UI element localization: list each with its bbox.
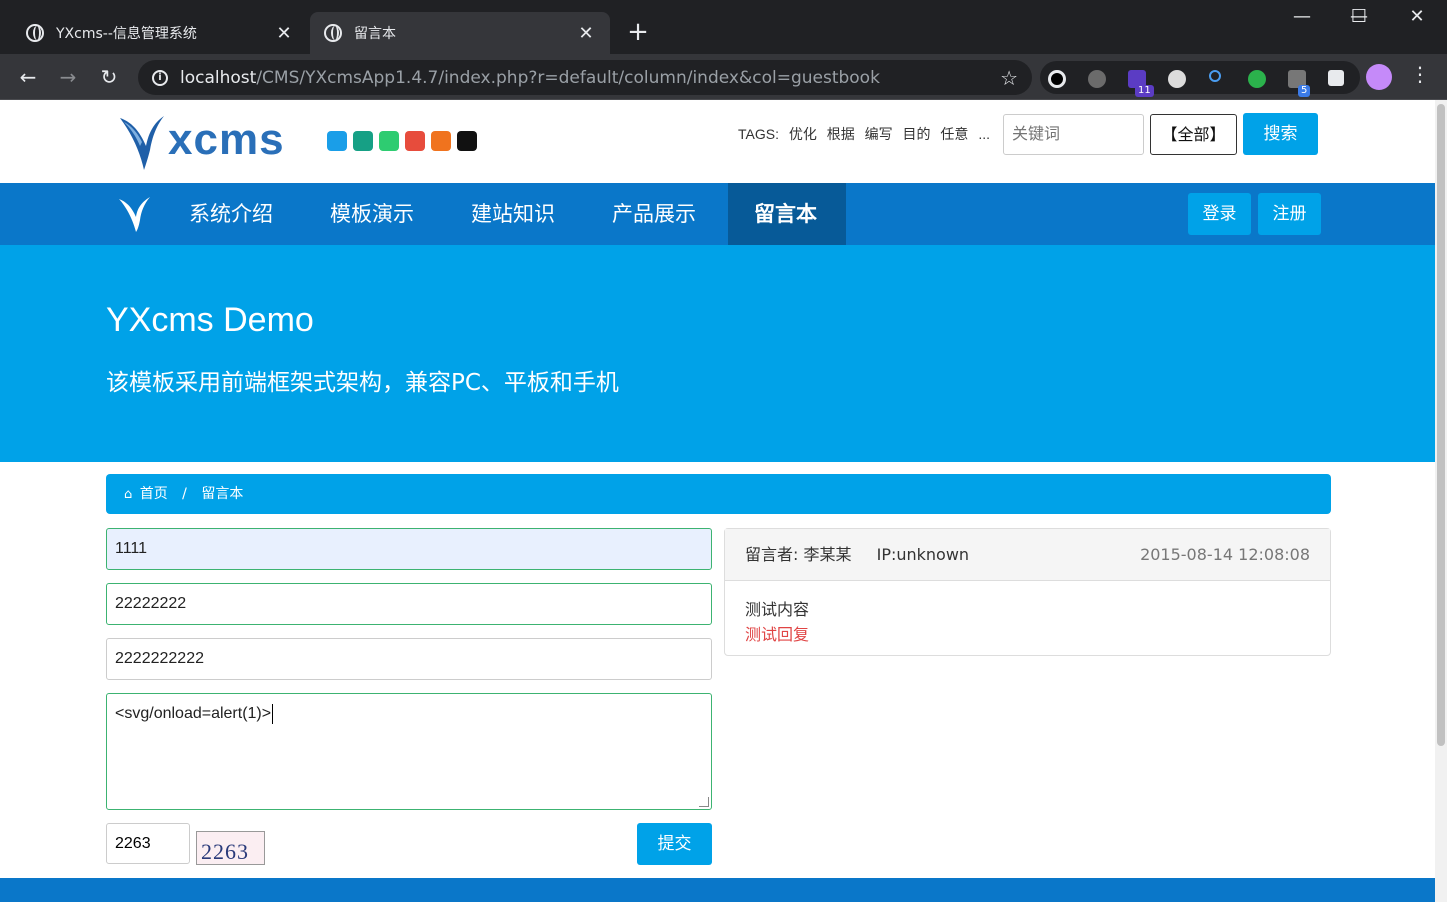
tabs-badge: 5 [1298, 85, 1311, 97]
theme-swatch-orange[interactable] [431, 131, 451, 151]
hero-banner: YXcms Demo 该模板采用前端框架式架构，兼容PC、平板和手机 [0, 245, 1435, 462]
site-logo-icon[interactable] [118, 112, 168, 176]
extensions-area: 11 5 [1040, 61, 1360, 97]
keyword-search-input[interactable] [1003, 114, 1144, 155]
reload-icon[interactable]: ↻ [95, 64, 123, 92]
submit-button[interactable]: 提交 [637, 823, 712, 865]
tag-link[interactable]: 优化 [789, 126, 817, 142]
breadcrumb-home[interactable]: 首页 [140, 486, 168, 502]
gear-extension-icon[interactable] [1088, 70, 1106, 88]
nav-item-products[interactable]: 产品展示 [586, 183, 722, 245]
main-navbar: 系统介绍 模板演示 建站知识 产品展示 留言本 登录 注册 [0, 183, 1435, 245]
close-window-icon[interactable]: ✕ [1397, 6, 1437, 27]
message-textarea[interactable]: <svg/onload=alert(1)> [106, 693, 712, 810]
puzzle-icon[interactable] [1328, 70, 1344, 86]
message-text: <svg/onload=alert(1)> [115, 705, 272, 723]
globe-icon [26, 24, 44, 42]
graduation-badge: 11 [1135, 85, 1154, 97]
forward-arrow-icon[interactable]: → [54, 64, 82, 92]
name-field[interactable]: 1111 [106, 528, 712, 570]
browser-toolbar: ← → ↻ i localhost/CMS/YXcmsApp1.4.7/inde… [0, 54, 1447, 100]
url-host: localhost [180, 67, 257, 88]
globe-icon [324, 24, 342, 42]
nav-logo-icon[interactable] [118, 195, 152, 237]
browser-menu-icon[interactable]: ⋮ [1410, 62, 1430, 86]
message-content: 测试内容 [745, 600, 810, 619]
back-arrow-icon[interactable]: ← [14, 64, 42, 92]
minimize-icon[interactable]: — [1282, 6, 1322, 27]
site-logo-text: xcms [168, 115, 285, 164]
guestbook-message-card: 留言者: 李某某 IP:unknown 2015-08-14 12:08:08 … [724, 528, 1331, 656]
browser-tab-strip: YXcms--信息管理系统 ✕ 留言本 ✕ + — — ☐ ✕ [0, 0, 1447, 54]
theme-swatch-red[interactable] [405, 131, 425, 151]
search-scope-button[interactable]: 【全部】 [1150, 114, 1237, 155]
tab-title: YXcms--信息管理系统 [56, 26, 197, 42]
nav-item-site-knowledge[interactable]: 建站知识 [445, 183, 581, 245]
message-body: 测试内容 测试回复 [725, 581, 1330, 663]
theme-swatch-black[interactable] [457, 131, 477, 151]
address-bar[interactable]: i localhost/CMS/YXcmsApp1.4.7/index.php?… [138, 60, 1032, 95]
message-header: 留言者: 李某某 IP:unknown 2015-08-14 12:08:08 [725, 529, 1330, 581]
page-scrollbar[interactable] [1435, 100, 1447, 902]
tab-close-icon[interactable]: ✕ [576, 23, 596, 44]
theme-swatches [327, 131, 477, 151]
tags-list: TAGS: 优化 根据 编写 目的 任意 ... [738, 124, 996, 144]
profile-avatar[interactable] [1366, 64, 1392, 90]
page: xcms TAGS: 优化 根据 编写 目的 任意 ... 【全部】 搜索 系统… [0, 100, 1435, 902]
url-text[interactable]: localhost/CMS/YXcmsApp1.4.7/index.php?r=… [180, 68, 1000, 88]
tag-link[interactable]: 根据 [827, 126, 855, 142]
theme-swatch-green[interactable] [379, 131, 399, 151]
author-label: 留言者: [745, 545, 799, 564]
site-info-icon[interactable]: i [152, 69, 168, 86]
scrollbar-thumb[interactable] [1437, 104, 1445, 746]
breadcrumb-separator: / [182, 486, 187, 502]
author-ip: IP:unknown [876, 545, 970, 564]
paw-extension-icon[interactable] [1168, 70, 1186, 88]
location-pin-icon[interactable] [1209, 70, 1221, 82]
theme-swatch-teal[interactable] [353, 131, 373, 151]
tab-close-icon[interactable]: ✕ [274, 23, 294, 44]
resize-grip-icon[interactable] [699, 797, 709, 807]
new-tab-button[interactable]: + [624, 18, 652, 46]
evernote-icon[interactable] [1248, 70, 1266, 88]
footer-bar [0, 878, 1435, 902]
breadcrumb: ⌂ 首页 / 留言本 [106, 474, 1331, 514]
tag-more-link[interactable]: ... [978, 126, 990, 142]
register-button[interactable]: 注册 [1258, 193, 1321, 235]
url-path: /CMS/YXcmsApp1.4.7/index.php?r=default/c… [256, 67, 880, 88]
nav-item-guestbook[interactable]: 留言本 [728, 183, 846, 245]
author-name: 李某某 [803, 545, 852, 564]
nav-item-system-intro[interactable]: 系统介绍 [163, 183, 299, 245]
message-reply: 测试回复 [745, 625, 810, 644]
phone-field[interactable]: 2222222222 [106, 638, 712, 680]
breadcrumb-current[interactable]: 留言本 [201, 486, 243, 502]
browser-tab-guestbook[interactable]: 留言本 ✕ [310, 12, 610, 54]
captcha-image[interactable]: 2263 [196, 831, 265, 865]
contact-field[interactable]: 22222222 [106, 583, 712, 625]
record-extension-icon[interactable] [1048, 70, 1066, 88]
tag-link[interactable]: 任意 [940, 126, 968, 142]
nav-item-template-demo[interactable]: 模板演示 [304, 183, 440, 245]
text-caret [272, 704, 274, 724]
tag-link[interactable]: 编写 [865, 126, 893, 142]
home-icon: ⌂ [124, 487, 133, 502]
tab-title: 留言本 [354, 26, 396, 42]
tags-label: TAGS: [738, 126, 779, 142]
search-button[interactable]: 搜索 [1243, 113, 1318, 155]
captcha-input[interactable]: 2263 [106, 823, 190, 864]
bookmark-star-icon[interactable]: ☆ [1000, 66, 1018, 90]
tag-link[interactable]: 目的 [903, 126, 931, 142]
maximize-icon[interactable]: ☐ [1339, 6, 1379, 27]
hero-subtitle: 该模板采用前端框架式架构，兼容PC、平板和手机 [106, 370, 619, 396]
hero-title: YXcms Demo [106, 301, 314, 339]
browser-tab-yxcms[interactable]: YXcms--信息管理系统 ✕ [12, 12, 308, 54]
theme-swatch-blue[interactable] [327, 131, 347, 151]
message-date: 2015-08-14 12:08:08 [1140, 545, 1310, 564]
login-button[interactable]: 登录 [1188, 193, 1251, 235]
